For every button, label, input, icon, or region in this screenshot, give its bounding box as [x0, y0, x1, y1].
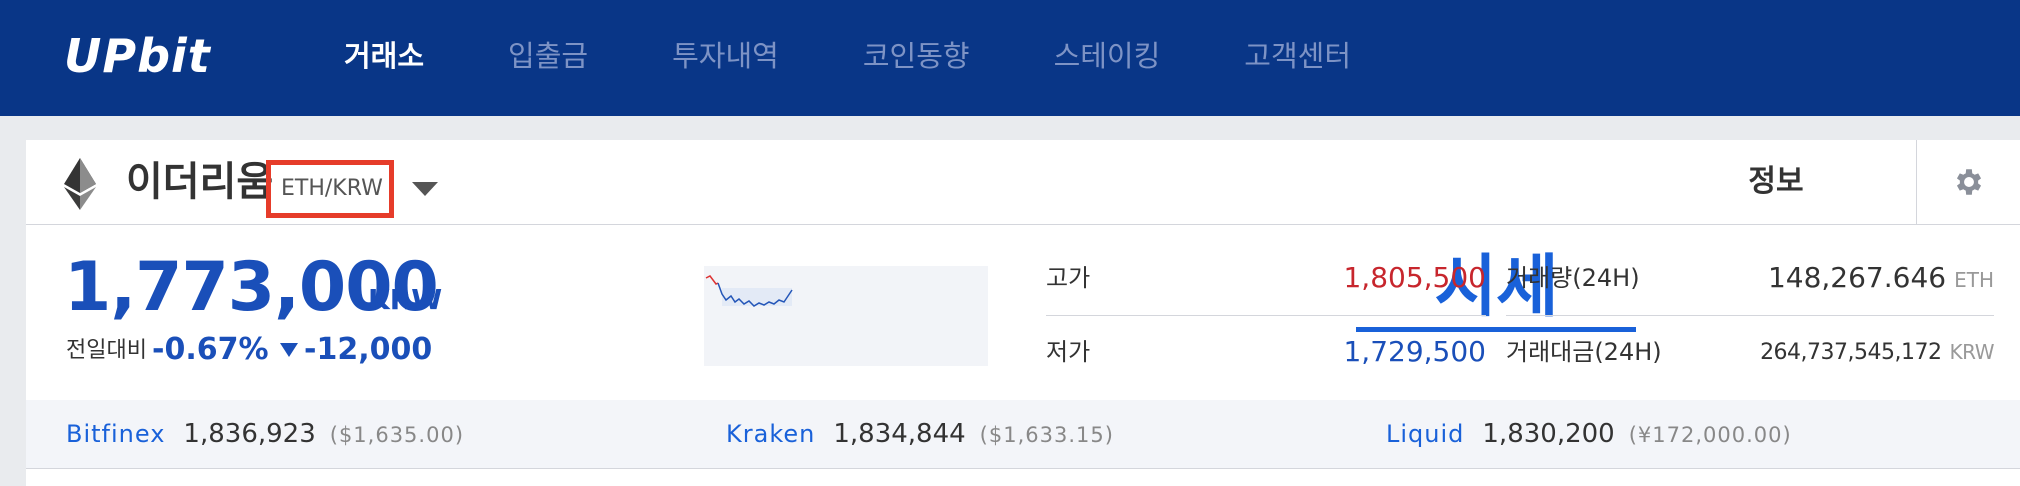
volume-unit: ETH	[1954, 268, 1994, 292]
menu-item-investments[interactable]: 투자내역	[672, 30, 779, 82]
menu-item-staking[interactable]: 스테이킹	[1054, 30, 1161, 82]
menu-item-coin-trends[interactable]: 코인동향	[863, 30, 970, 82]
menu-item-support[interactable]: 고객센터	[1244, 30, 1351, 82]
amount-value: 264,737,545,172	[1760, 340, 1942, 365]
mini-price-chart	[704, 266, 988, 366]
pair-label[interactable]: ETH/KRW	[281, 174, 383, 204]
down-triangle-icon	[280, 343, 298, 357]
menu-item-exchange[interactable]: 거래소	[344, 30, 424, 82]
exchange-foreign-price: ($1,635.00)	[329, 423, 465, 447]
high-value: 1,805,500	[1343, 261, 1486, 294]
tab-info[interactable]: 정보	[1636, 140, 1916, 224]
exchange-price: 1,836,923	[183, 419, 316, 449]
upbit-logo[interactable]: UPbit	[64, 28, 211, 84]
amount-label: 거래대금(24H)	[1506, 338, 1662, 366]
low-label: 저가	[1046, 338, 1091, 366]
amount-unit: KRW	[1949, 340, 1995, 364]
low-value: 1,729,500	[1343, 335, 1486, 368]
exchange-kraken: Kraken 1,834,844 ($1,633.15)	[726, 400, 1114, 468]
exchange-price: 1,830,200	[1482, 419, 1615, 449]
exchange-foreign-price: ($1,633.15)	[979, 423, 1114, 447]
price-unit: KRW	[368, 283, 443, 316]
change-label: 전일대비	[66, 338, 147, 363]
mini-chart-line-red	[705, 275, 719, 285]
coin-name: 이더리움	[126, 159, 274, 205]
coin-select-caret-icon[interactable]	[412, 182, 438, 196]
high-label: 고가	[1046, 264, 1091, 292]
change-amount: -12,000	[304, 332, 433, 367]
ethereum-icon	[64, 158, 96, 210]
menu-item-deposit-withdraw[interactable]: 입출금	[508, 30, 588, 82]
amount-value-row: 264,737,545,172 KRW	[1676, 332, 1994, 373]
top-navigation: UPbit 거래소 입출금 투자내역 코인동향 스테이킹 고객센터	[0, 0, 2020, 116]
market-summary-card: 이더리움 ETH/KRW 시세 정보 1,773,000 KRW 전일대비 -0…	[26, 140, 2020, 486]
volume-value: 148,267.646	[1767, 261, 1947, 294]
coin-header: 이더리움 ETH/KRW 시세 정보	[26, 140, 2020, 332]
settings-button[interactable]	[1916, 140, 2020, 224]
gear-icon	[1956, 169, 1982, 195]
exchange-name[interactable]: Bitfinex	[66, 420, 165, 448]
exchange-name[interactable]: Kraken	[726, 420, 815, 448]
divider	[1046, 315, 1486, 316]
exchange-foreign-price: (¥172,000.00)	[1628, 423, 1792, 447]
other-exchanges-row: Bitfinex 1,836,923 ($1,635.00) Kraken 1,834…	[26, 400, 2020, 469]
exchange-liquid: Liquid 1,830,200 (¥172,000.00)	[1386, 400, 1792, 468]
volume-label: 거래량(24H)	[1506, 264, 1640, 292]
exchange-bitfinex: Bitfinex 1,836,923 ($1,635.00)	[66, 400, 464, 468]
exchange-name[interactable]: Liquid	[1386, 420, 1464, 448]
main-menu: 거래소 입출금 투자내역 코인동향 스테이킹 고객센터	[344, 30, 1435, 82]
exchange-price: 1,834,844	[833, 419, 966, 449]
change-percent: -0.67%	[152, 332, 269, 367]
volume-value-row: 148,267.646 ETH	[1676, 258, 1994, 300]
divider	[1506, 315, 1994, 316]
